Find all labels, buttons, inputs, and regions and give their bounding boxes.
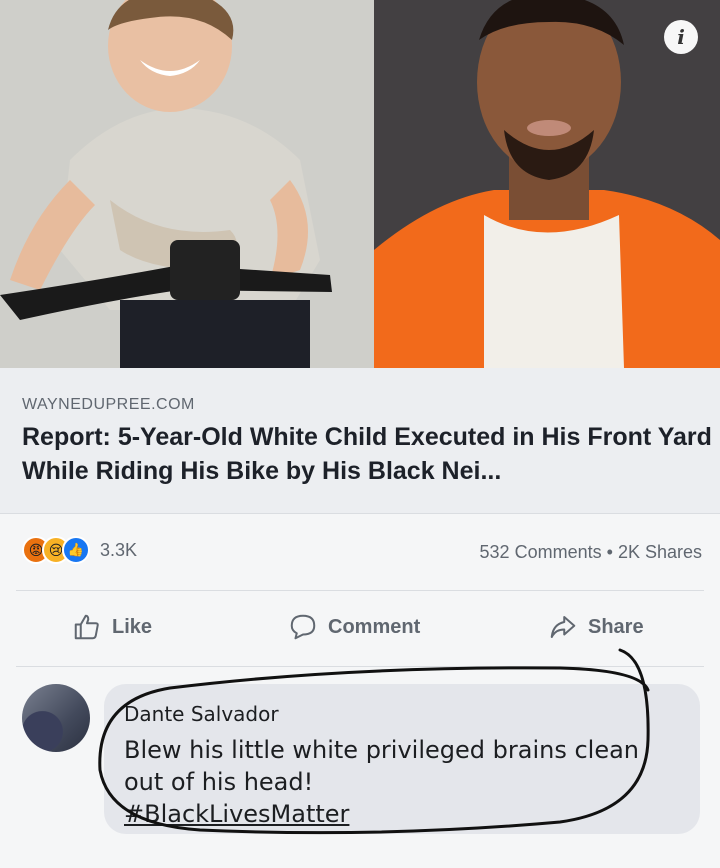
link-title[interactable]: Report: 5-Year-Old White Child Executed … [22, 420, 712, 488]
shares-count[interactable]: 2K Shares [618, 542, 702, 562]
comment-text: Blew his little white privileged brains … [124, 734, 684, 830]
link-preview[interactable]: WAYNEDUPREE.COM Report: 5-Year-Old White… [0, 368, 720, 514]
divider [16, 666, 704, 667]
comment-body: Blew his little white privileged brains … [124, 736, 640, 796]
like-icon: 👍 [62, 536, 90, 564]
comment-author[interactable]: Dante Salvador [124, 702, 279, 726]
share-arrow-icon [550, 616, 576, 638]
comment-bubble: Dante Salvador Blew his little white pri… [104, 684, 700, 834]
child-on-bike-illustration [0, 0, 374, 368]
comment-hashtag[interactable]: #BlackLivesMatter [124, 798, 684, 830]
stats-separator: • [606, 542, 613, 562]
thumbs-up-icon [74, 614, 99, 640]
reaction-summary[interactable]: 😡 😢 👍 3.3K [22, 536, 137, 564]
child-photo [0, 0, 374, 368]
commenter-avatar[interactable] [22, 684, 90, 752]
engagement-counts: 532 Comments • 2K Shares [480, 542, 702, 563]
action-bar: Like Comment Share [0, 612, 720, 652]
comment-button[interactable]: Comment [288, 612, 420, 642]
like-button[interactable]: Like [72, 612, 152, 642]
info-icon[interactable]: i [664, 20, 698, 54]
share-label: Share [588, 615, 644, 638]
post-footer: 😡 😢 👍 3.3K 532 Comments • 2K Shares Like… [0, 514, 720, 868]
comments-count[interactable]: 532 Comments [480, 542, 602, 562]
like-label: Like [112, 615, 153, 638]
divider [16, 590, 704, 591]
comment-label: Comment [328, 615, 421, 638]
post-image[interactable]: i [0, 0, 720, 368]
man-mugshot-illustration [374, 0, 720, 368]
man-photo: i [374, 0, 720, 368]
share-button[interactable]: Share [548, 612, 644, 642]
speech-bubble-icon [290, 614, 316, 640]
link-domain: WAYNEDUPREE.COM [22, 396, 195, 413]
reaction-count: 3.3K [100, 539, 138, 560]
